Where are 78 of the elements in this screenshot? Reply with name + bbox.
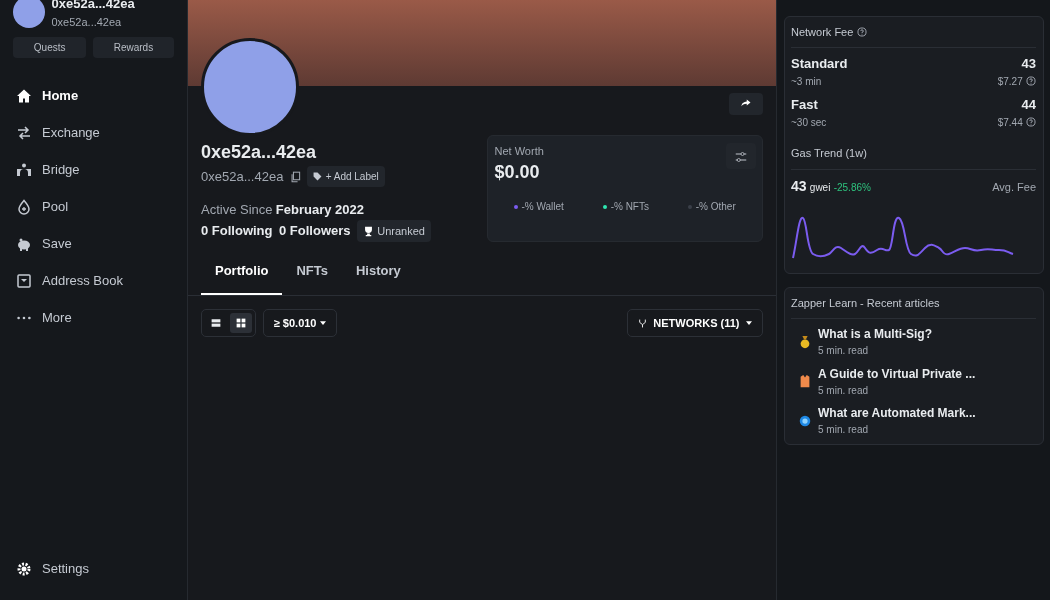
help-icon xyxy=(1026,76,1036,86)
fee-usd: $7.44 xyxy=(997,115,1023,130)
sidebar-item[interactable]: Bridge xyxy=(0,151,187,188)
avg-fee-label: Avg. Fee xyxy=(992,180,1036,195)
gear-icon xyxy=(16,560,32,577)
article-title: What are Automated Mark... xyxy=(818,405,976,422)
tab[interactable]: Portfolio xyxy=(201,255,283,295)
profile-name: 0xe52a...42ea xyxy=(201,141,318,165)
sidebar-item[interactable]: Exchange xyxy=(0,114,187,151)
legend-label: -% NFTs xyxy=(610,200,649,215)
gas-value: 43 xyxy=(791,177,807,196)
fork-icon xyxy=(637,317,647,329)
sidebar-item[interactable]: Address Book xyxy=(0,262,187,299)
net-worth-label: Net Worth xyxy=(494,143,544,159)
tab[interactable]: History xyxy=(342,255,415,295)
fee-time: ~3 min xyxy=(791,74,823,89)
following-count: 0 Following xyxy=(201,222,273,241)
copy-button[interactable] xyxy=(289,170,301,183)
legend-label: -% Wallet xyxy=(521,200,564,215)
fee-tier-name: Fast xyxy=(791,96,819,114)
trophy-icon xyxy=(363,225,375,237)
active-since-date: February 2022 xyxy=(275,202,364,218)
article-title: A Guide to Virtual Private ... xyxy=(818,365,976,383)
dots-icon xyxy=(17,315,31,320)
add-label-button[interactable]: + Add Label xyxy=(307,166,385,188)
filter-button[interactable] xyxy=(725,142,756,169)
followers-count: 0 Followers xyxy=(279,222,351,241)
gas-change: -25.86% xyxy=(833,181,871,195)
grid-icon xyxy=(236,317,247,328)
tag-icon xyxy=(313,172,323,182)
sidebar-item[interactable]: Pool xyxy=(0,188,187,225)
arrows-icon xyxy=(16,124,32,141)
help-icon xyxy=(1026,117,1036,127)
article-item[interactable]: What are Automated Mark... 5 min. read xyxy=(791,404,1036,437)
active-since-label: Active Since xyxy=(201,202,273,218)
gas-trend-title: Gas Trend (1w) xyxy=(791,146,867,159)
caret-icon xyxy=(746,321,752,325)
help-icon xyxy=(856,26,867,37)
sidebar-item[interactable]: Save xyxy=(0,225,187,262)
fee-tier-name: Standard xyxy=(791,55,848,73)
sliders-icon xyxy=(733,150,748,163)
fee-time: ~30 sec xyxy=(791,115,827,130)
quests-button[interactable]: Quests xyxy=(13,36,87,58)
article-title: What is a Multi-Sig? xyxy=(818,326,932,343)
article-read-time: 5 min. read xyxy=(818,383,870,398)
gas-unit: gwei xyxy=(809,181,831,195)
sidebar-item[interactable]: Home xyxy=(0,77,187,114)
caret-icon xyxy=(319,321,326,325)
article-read-time: 5 min. read xyxy=(818,423,870,437)
card-title: Zapper Learn - Recent articles xyxy=(791,294,1036,319)
list-icon xyxy=(211,317,221,328)
avatar xyxy=(13,0,45,28)
grid-view-button[interactable] xyxy=(230,312,253,333)
net-worth-value: $0.00 xyxy=(494,161,541,185)
copy-icon xyxy=(289,170,301,183)
drop-icon xyxy=(16,198,32,215)
article-item[interactable]: What is a Multi-Sig? 5 min. read xyxy=(791,325,1036,358)
min-value-dropdown[interactable]: ≥ $0.010 xyxy=(262,308,337,338)
profile-address: 0xe52a...42ea xyxy=(201,168,284,186)
card-title: Network Fee xyxy=(791,24,854,40)
article-item[interactable]: A Guide to Virtual Private ... 5 min. read xyxy=(791,364,1036,398)
rank-badge: Unranked xyxy=(357,219,431,243)
orb-icon xyxy=(797,413,812,428)
rewards-button[interactable]: Rewards xyxy=(92,36,174,58)
tab[interactable]: NFTs xyxy=(282,255,342,295)
home-icon xyxy=(16,87,32,104)
account-address: 0xe52a...42ea xyxy=(51,14,123,30)
networks-dropdown[interactable]: NETWORKS (11) xyxy=(626,308,763,338)
share-button[interactable] xyxy=(729,92,763,115)
settings-item[interactable]: Settings xyxy=(0,550,187,587)
fee-gwei: 44 xyxy=(1020,96,1036,114)
bridge-icon xyxy=(16,161,32,178)
fee-gwei: 43 xyxy=(1020,55,1036,73)
legend-label: -% Other xyxy=(695,200,736,215)
book-icon xyxy=(16,272,32,289)
fee-usd: $7.27 xyxy=(997,74,1023,89)
sidebar-item[interactable]: More xyxy=(0,299,187,336)
article-read-time: 5 min. read xyxy=(818,344,870,358)
